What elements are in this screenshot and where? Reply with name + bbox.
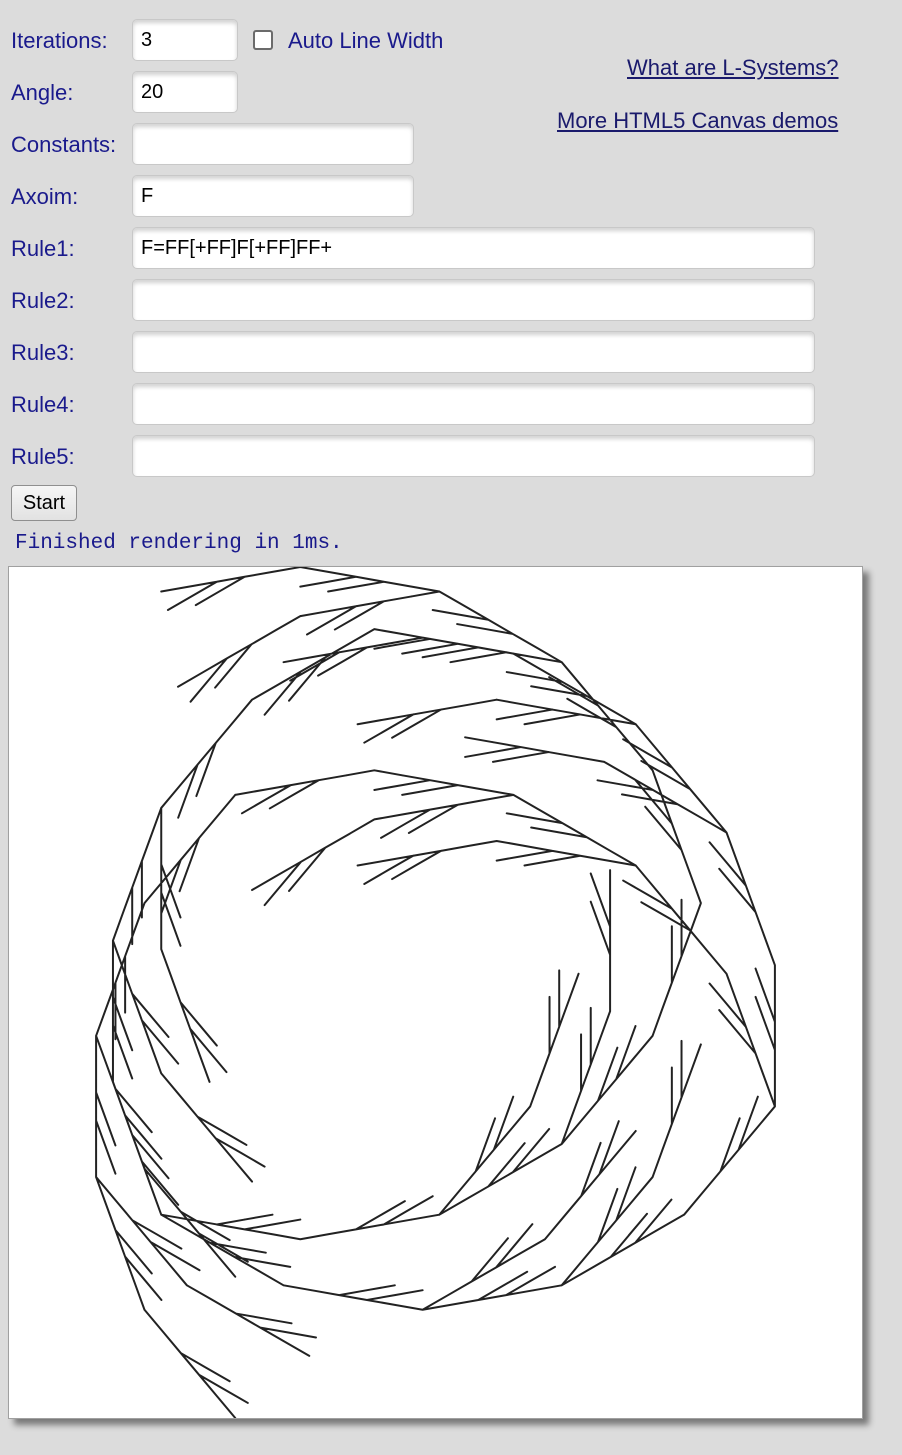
constants-input[interactable] (132, 123, 414, 165)
lsystem-drawing (95, 567, 776, 1418)
more-demos-link[interactable]: More HTML5 Canvas demos (557, 108, 838, 134)
angle-input[interactable] (132, 71, 238, 113)
rule5-label: Rule5: (11, 444, 75, 469)
iterations-input[interactable] (132, 19, 238, 61)
angle-label: Angle: (11, 80, 74, 105)
auto-line-width-label[interactable]: Auto Line Width (288, 28, 443, 54)
rule3-label: Rule3: (11, 340, 75, 365)
rule3-input[interactable] (132, 331, 815, 373)
lsystem-page: Iterations: Auto Line Width What are L-S… (0, 0, 902, 1455)
lsystem-canvas[interactable] (8, 566, 863, 1419)
rule2-input[interactable] (132, 279, 815, 321)
rule4-label: Rule4: (11, 392, 75, 417)
rule4-input[interactable] (132, 383, 815, 425)
lsystem-path (95, 567, 776, 1418)
auto-line-width-checkbox[interactable] (253, 30, 273, 50)
render-status: Finished rendering in 1ms. (15, 532, 343, 555)
axiom-input[interactable] (132, 175, 414, 217)
rule1-label: Rule1: (11, 236, 75, 261)
axiom-label: Axoim: (11, 184, 79, 209)
start-button[interactable]: Start (11, 485, 77, 521)
what-are-lsystems-link[interactable]: What are L-Systems? (627, 55, 839, 81)
rule1-input[interactable] (132, 227, 815, 269)
rule2-label: Rule2: (11, 288, 75, 313)
iterations-label: Iterations: (11, 28, 108, 53)
constants-label: Constants: (11, 132, 117, 157)
rule5-input[interactable] (132, 435, 815, 477)
